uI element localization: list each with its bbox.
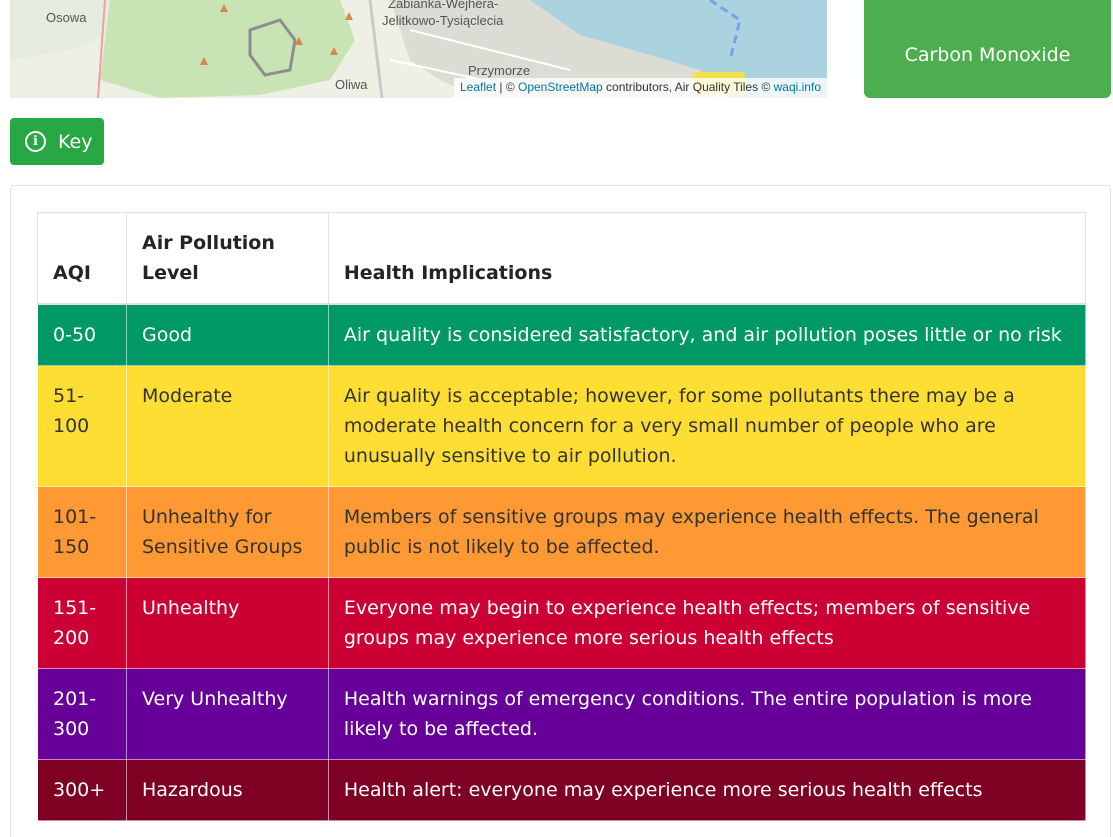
health-implications-cell: Health alert: everyone may experience mo… — [327, 759, 1087, 821]
leaflet-link[interactable]: Leaflet — [460, 80, 496, 94]
table-row: 300+ Hazardous Health alert: everyone may … — [37, 759, 1087, 821]
pollutant-button-label: Carbon Monoxide — [904, 44, 1071, 66]
openstreetmap-link[interactable]: OpenStreetMap — [518, 80, 603, 94]
aqi-cell: 151-200 — [37, 577, 127, 669]
map-attribution: Leaflet | © OpenStreetMap contributors, … — [454, 78, 827, 98]
carbon-monoxide-button[interactable]: Carbon Monoxide — [864, 0, 1111, 98]
pollution-level-cell: Very Unhealthy — [125, 668, 329, 760]
key-button[interactable]: i Key — [10, 118, 104, 165]
attribution-separator: | © — [496, 80, 518, 94]
aqi-cell: 300+ — [37, 759, 127, 821]
attribution-text: contributors, Air Quality Tiles © — [602, 80, 774, 94]
aqi-cell: 51-100 — [37, 365, 127, 487]
pollution-level-cell: Unhealthy — [125, 577, 329, 669]
map-place-label: Oliwa — [335, 77, 368, 92]
table-row: 201-300 Very Unhealthy Health warnings of … — [37, 668, 1087, 760]
waqi-link[interactable]: waqi.info — [774, 80, 821, 94]
table-row: 101-150 Unhealthy for Sensitive Groups Mem… — [37, 486, 1087, 578]
table-row: 0-50 Good Air quality is considered satisf… — [37, 303, 1087, 366]
air-quality-map[interactable]: Osowa Żabianka-Wejhera- Jelitkowo-Tysiąc… — [10, 0, 827, 98]
info-circle-icon: i — [25, 131, 46, 152]
header-pollution-level: Air Pollution Level — [125, 212, 329, 305]
pollution-level-cell: Good — [125, 303, 329, 366]
aqi-key-card: AQI Air Pollution Level Health Implicati… — [10, 185, 1111, 837]
header-aqi: AQI — [37, 212, 127, 305]
health-implications-cell: Everyone may begin to experience health … — [327, 577, 1087, 669]
pollution-level-cell: Moderate — [125, 365, 329, 487]
health-implications-cell: Air quality is acceptable; however, for … — [327, 365, 1087, 487]
map-place-label: Jelitkowo-Tysiąclecia — [382, 13, 504, 28]
table-header-row: AQI Air Pollution Level Health Implicati… — [37, 212, 1087, 305]
aqi-cell: 201-300 — [37, 668, 127, 760]
key-button-label: Key — [58, 130, 93, 153]
aqi-key-table: AQI Air Pollution Level Health Implicati… — [37, 212, 1087, 821]
health-implications-cell: Health warnings of emergency conditions.… — [327, 668, 1087, 760]
table-row: 151-200 Unhealthy Everyone may begin to ex… — [37, 577, 1087, 669]
pollution-level-cell: Unhealthy for Sensitive Groups — [125, 486, 329, 578]
pollution-level-cell: Hazardous — [125, 759, 329, 821]
health-implications-cell: Air quality is considered satisfactory, … — [327, 303, 1087, 366]
table-row: 51-100 Moderate Air quality is acceptable;… — [37, 365, 1087, 487]
map-place-label: Osowa — [46, 10, 87, 25]
aqi-cell: 0-50 — [37, 303, 127, 366]
health-implications-cell: Members of sensitive groups may experien… — [327, 486, 1087, 578]
map-place-label: Żabianka-Wejhera- — [388, 0, 499, 11]
aqi-cell: 101-150 — [37, 486, 127, 578]
map-place-label: Przymorze — [468, 63, 531, 78]
header-health-implications: Health Implications — [327, 212, 1087, 305]
